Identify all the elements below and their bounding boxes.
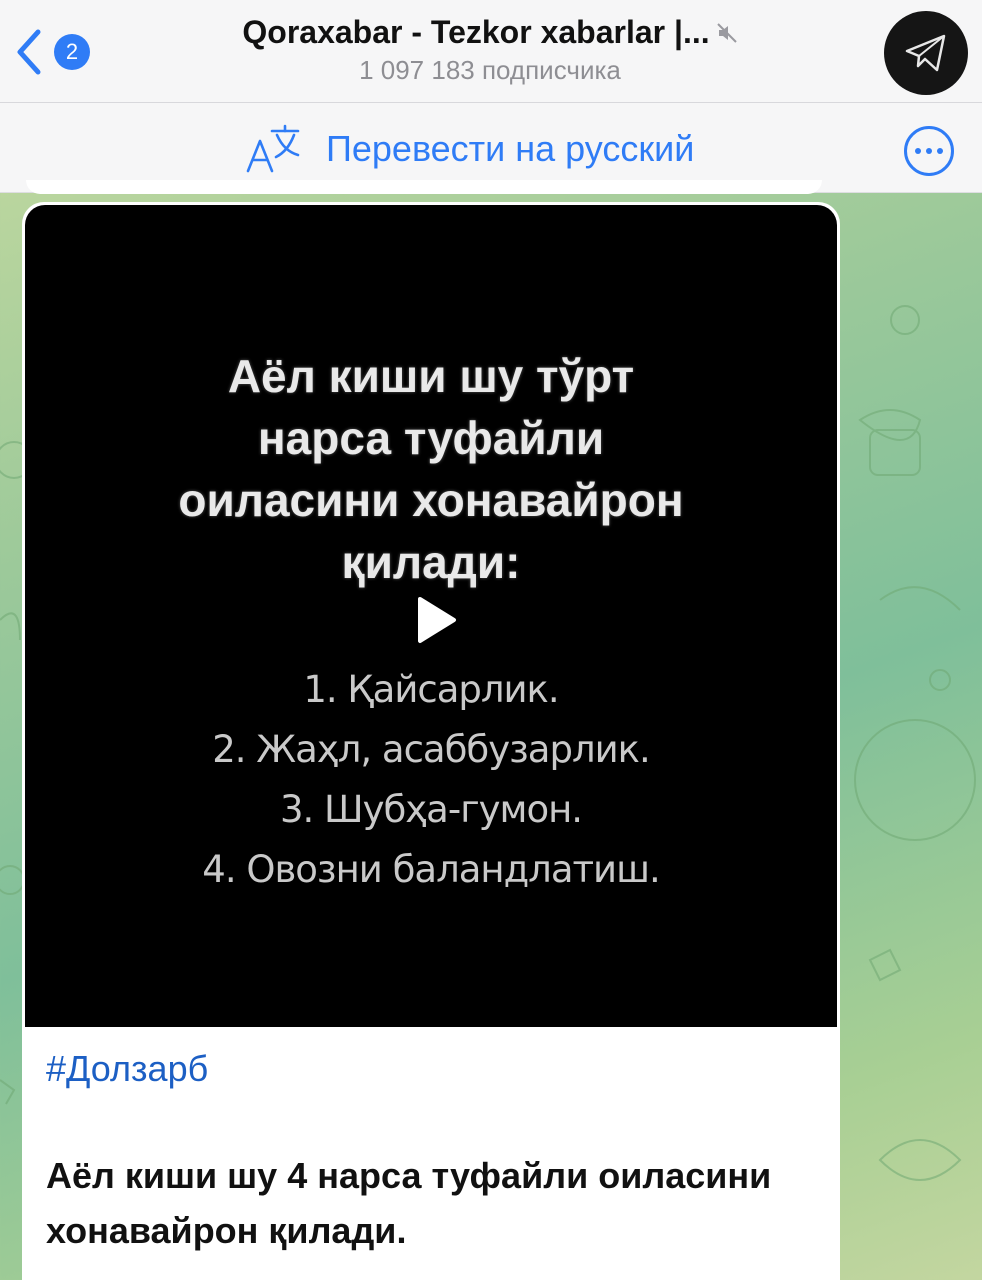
more-options-button[interactable] [904,126,954,176]
chevron-left-icon [17,29,41,75]
video-list-item: 1. Қайсарлик. [303,668,559,711]
back-button[interactable]: 2 [14,26,104,78]
paper-plane-icon [905,34,946,72]
hashtag-link[interactable]: #Долзарб [46,1048,208,1090]
translate-button[interactable]: Перевести на русский [244,121,694,177]
video-list-text: 1. Қайсарлик. 2. Жаҳл, асаббузарлик. 3. … [25,660,837,900]
video-list-item: 4. Овозни баландлатиш. [202,848,660,891]
video-title-line: Аёл киши шу тўрт [227,350,635,402]
ellipsis-dot [937,148,943,154]
video-list-item: 2. Жаҳл, асаббузарлик. [212,728,651,771]
translate-label: Перевести на русский [326,128,695,169]
channel-title: Qoraxabar - Tezkor xabarlar |... [242,14,710,50]
video-thumbnail[interactable]: Аёл киши шу тўрт нарса туфайли оиласини … [25,205,837,1027]
video-title-line: қилади: [341,536,521,588]
video-list-item: 3. Шубҳа-гумон. [279,788,583,831]
play-icon[interactable] [414,595,458,645]
video-title-text: Аёл киши шу тўрт нарса туфайли оиласини … [25,345,837,593]
video-title-line: оиласини хонавайрон [178,474,684,526]
unread-badge: 2 [54,34,90,70]
message-caption: Аёл киши шу 4 нарса туфайли оиласини хон… [46,1155,772,1251]
previous-message-edge [26,180,822,194]
ellipsis-dot [926,148,932,154]
chat-title-area[interactable]: Qoraxabar - Tezkor xabarlar |... 1 097 1… [150,14,830,86]
subscriber-count: 1 097 183 подписчика [359,55,621,85]
ellipsis-dot [915,148,921,154]
video-title-line: нарса туфайли [257,412,605,464]
translate-icon [246,124,300,173]
message-bubble[interactable]: Аёл киши шу тўрт нарса туфайли оиласини … [22,202,840,1280]
channel-avatar[interactable] [884,11,968,95]
muted-speaker-icon [716,22,737,43]
chat-header: 2 Qoraxabar - Tezkor xabarlar |... 1 097… [0,0,982,103]
